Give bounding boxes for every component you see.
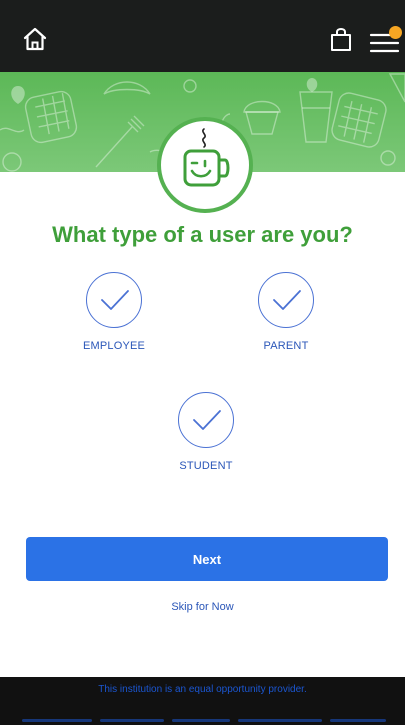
home-button[interactable] (22, 26, 48, 52)
skip-for-now-link[interactable]: Skip for Now (0, 601, 405, 613)
shopping-bag-icon (331, 28, 351, 51)
student-check-circle[interactable] (178, 392, 234, 448)
checkmark-icon (101, 290, 129, 310)
footer-links-row (0, 717, 405, 725)
home-icon (23, 27, 47, 51)
top-bar (0, 0, 405, 72)
employee-label: EMPLOYEE (82, 340, 146, 352)
cart-button[interactable] (329, 26, 353, 52)
page-title: What type of a user are you? (52, 222, 353, 247)
user-type-student[interactable]: STUDENT (146, 392, 266, 472)
parent-label: PARENT (263, 340, 309, 352)
checkmark-icon (193, 410, 221, 430)
footer: This institution is an equal opportunity… (0, 677, 405, 725)
user-type-parent[interactable]: PARENT (226, 272, 346, 352)
checkmark-icon (273, 290, 301, 310)
student-label: STUDENT (179, 460, 233, 472)
employee-check-circle[interactable] (86, 272, 142, 328)
equal-opportunity-notice: This institution is an equal opportunity… (98, 684, 307, 695)
notification-dot (389, 26, 402, 39)
coffee-mug-icon (183, 128, 230, 187)
next-button[interactable]: Next (26, 537, 388, 581)
parent-check-circle[interactable] (258, 272, 314, 328)
menu-button[interactable] (368, 26, 402, 54)
user-type-employee[interactable]: EMPLOYEE (54, 272, 174, 352)
logo-badge (157, 117, 253, 213)
